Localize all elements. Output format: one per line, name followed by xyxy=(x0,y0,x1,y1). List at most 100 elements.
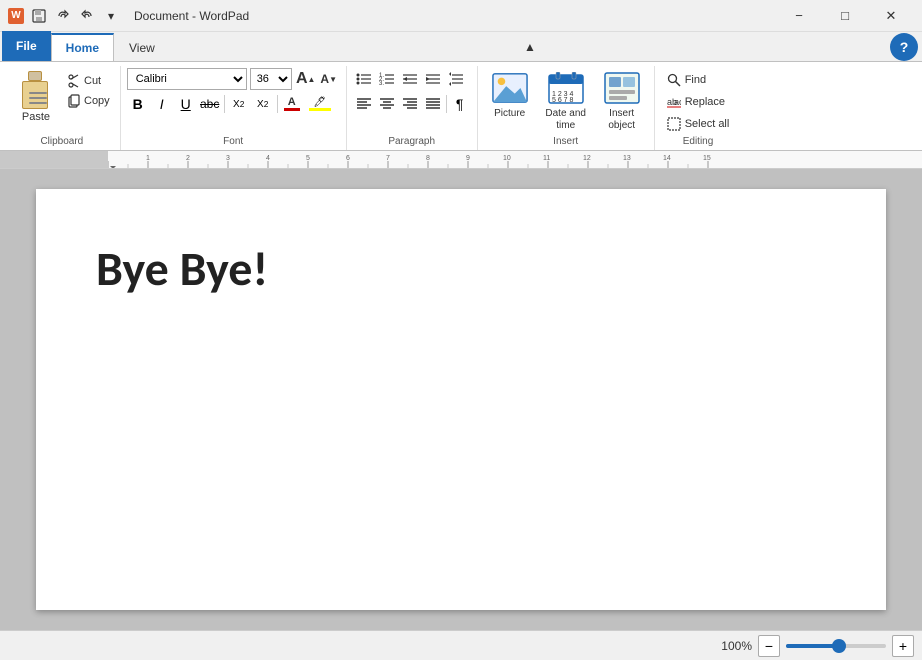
datetime-button[interactable]: 1 2 3 4 5 6 7 8 Date andtime xyxy=(540,68,592,134)
status-bar: 100% − + xyxy=(0,630,922,660)
document-area: Bye Bye! xyxy=(0,169,922,630)
document-content[interactable]: Bye Bye! xyxy=(96,239,826,298)
datetime-label: Date andtime xyxy=(545,108,586,132)
font-divider xyxy=(224,95,225,113)
font-color-btn[interactable]: A xyxy=(281,93,303,115)
para-row1: 1.2.3. xyxy=(353,68,471,90)
object-button[interactable]: Insertobject xyxy=(596,68,648,134)
ribbon-group-clipboard: Paste Cut Copy Clipboard xyxy=(4,66,121,150)
zoom-slider-fill xyxy=(786,644,836,648)
clipboard-label: Clipboard xyxy=(10,134,114,150)
svg-text:14: 14 xyxy=(663,155,671,162)
para-divider xyxy=(446,95,447,113)
editing-controls: Find abac Replace Select all xyxy=(661,68,736,134)
zoom-slider-thumb[interactable] xyxy=(832,639,846,653)
title-bar-left: W ▾ Document - WordPad xyxy=(8,5,249,27)
zoom-slider-track[interactable] xyxy=(786,644,886,648)
ruler-marks-svg: 1 2 3 4 5 6 7 8 9 10 11 xyxy=(108,151,922,168)
maximize-btn[interactable]: □ xyxy=(822,0,868,32)
decrease-indent-btn[interactable] xyxy=(399,68,421,90)
editing-label: Editing xyxy=(661,134,736,150)
insert-group-content: Picture 1 2 3 4 5 6 7 8 Date andtime xyxy=(484,66,648,134)
minimize-btn[interactable]: − xyxy=(776,0,822,32)
svg-text:ac: ac xyxy=(674,97,681,107)
tab-file[interactable]: File xyxy=(2,31,51,61)
svg-text:6: 6 xyxy=(346,155,350,162)
paragraph-spacing-btn[interactable]: ¶ xyxy=(449,93,471,115)
bold-btn[interactable]: B xyxy=(127,93,149,115)
zoom-in-btn[interactable]: + xyxy=(892,635,914,657)
svg-text:2: 2 xyxy=(186,155,190,162)
find-icon xyxy=(667,73,681,87)
font-grow-btn[interactable]: A▲ xyxy=(295,68,317,90)
align-justify-btn[interactable] xyxy=(422,93,444,115)
font-divider2 xyxy=(277,95,278,113)
superscript-btn[interactable]: X2 xyxy=(252,93,274,115)
font-row1: Calibri 36 A▲ A▼ xyxy=(127,68,340,90)
font-shrink-btn[interactable]: A▼ xyxy=(318,68,340,90)
unordered-list-btn[interactable] xyxy=(353,68,375,90)
ribbon-group-font: Calibri 36 A▲ A▼ B I U abc X2 xyxy=(121,66,347,150)
svg-text:3: 3 xyxy=(226,155,230,162)
line-spacing-btn[interactable] xyxy=(445,68,467,90)
undo-quick-btn[interactable] xyxy=(52,5,74,27)
paragraph-group-content: 1.2.3. xyxy=(353,66,471,134)
document-page[interactable]: Bye Bye! xyxy=(36,189,886,610)
paragraph-controls: 1.2.3. xyxy=(353,68,471,115)
font-controls: Calibri 36 A▲ A▼ B I U abc X2 xyxy=(127,68,340,115)
copy-button[interactable]: Copy xyxy=(64,92,114,110)
object-icon xyxy=(604,70,640,106)
svg-text:8: 8 xyxy=(426,155,430,162)
svg-text:9: 9 xyxy=(466,155,470,162)
ribbon-group-editing: Find abac Replace Select all Editing xyxy=(655,66,742,150)
font-row2: B I U abc X2 X2 A 🖊 xyxy=(127,93,340,115)
zoom-out-btn[interactable]: − xyxy=(758,635,780,657)
tab-view[interactable]: View xyxy=(114,33,170,61)
replace-button[interactable]: abac Replace xyxy=(661,92,736,112)
subscript-btn[interactable]: X2 xyxy=(228,93,250,115)
find-button[interactable]: Find xyxy=(661,70,736,90)
highlight-color-btn[interactable]: 🖊 xyxy=(305,93,335,115)
insert-label: Insert xyxy=(484,134,648,150)
cut-button[interactable]: Cut xyxy=(64,72,114,90)
svg-text:3.: 3. xyxy=(379,81,384,87)
paste-icon xyxy=(20,71,52,109)
save-quick-btn[interactable] xyxy=(28,5,50,27)
ruler-light-section: 1 2 3 4 5 6 7 8 9 10 11 xyxy=(108,151,922,168)
redo-quick-btn[interactable] xyxy=(76,5,98,27)
ordered-list-btn[interactable]: 1.2.3. xyxy=(376,68,398,90)
clipboard-group-content: Paste Cut Copy xyxy=(10,66,114,134)
italic-btn[interactable]: I xyxy=(151,93,173,115)
picture-button[interactable]: Picture xyxy=(484,68,536,126)
ribbon-group-insert: Picture 1 2 3 4 5 6 7 8 Date andtime xyxy=(478,66,655,150)
align-center-btn[interactable] xyxy=(376,93,398,115)
svg-text:15: 15 xyxy=(703,155,711,162)
close-btn[interactable]: ✕ xyxy=(868,0,914,32)
picture-label: Picture xyxy=(494,108,525,120)
paste-label: Paste xyxy=(22,111,50,123)
font-size-btns: A▲ A▼ xyxy=(295,68,340,90)
editing-group-content: Find abac Replace Select all xyxy=(661,66,736,134)
datetime-icon: 1 2 3 4 5 6 7 8 xyxy=(548,70,584,106)
select-all-button[interactable]: Select all xyxy=(661,114,736,134)
clipboard-small-btns: Cut Copy xyxy=(64,68,114,110)
font-size-select[interactable]: 36 xyxy=(250,68,292,90)
paste-button[interactable]: Paste xyxy=(10,68,62,126)
ribbon-collapse-btn[interactable]: ▲ xyxy=(519,36,541,58)
svg-text:10: 10 xyxy=(503,155,511,162)
strikethrough-btn[interactable]: abc xyxy=(199,93,221,115)
font-name-select[interactable]: Calibri xyxy=(127,68,247,90)
ruler-inner: 1 2 3 4 5 6 7 8 9 10 11 xyxy=(0,151,922,168)
help-btn[interactable]: ? xyxy=(890,33,918,61)
align-left-btn[interactable] xyxy=(353,93,375,115)
svg-text:11: 11 xyxy=(543,155,550,162)
increase-indent-btn[interactable] xyxy=(422,68,444,90)
ribbon-tabs: File Home View ▲ ? xyxy=(0,32,922,62)
qa-dropdown-btn[interactable]: ▾ xyxy=(100,5,122,27)
svg-text:5 6 7 8: 5 6 7 8 xyxy=(552,97,574,104)
title-bar-controls: − □ ✕ xyxy=(776,0,914,32)
picture-icon xyxy=(492,70,528,106)
align-right-btn[interactable] xyxy=(399,93,421,115)
underline-btn[interactable]: U xyxy=(175,93,197,115)
tab-home[interactable]: Home xyxy=(51,33,114,61)
